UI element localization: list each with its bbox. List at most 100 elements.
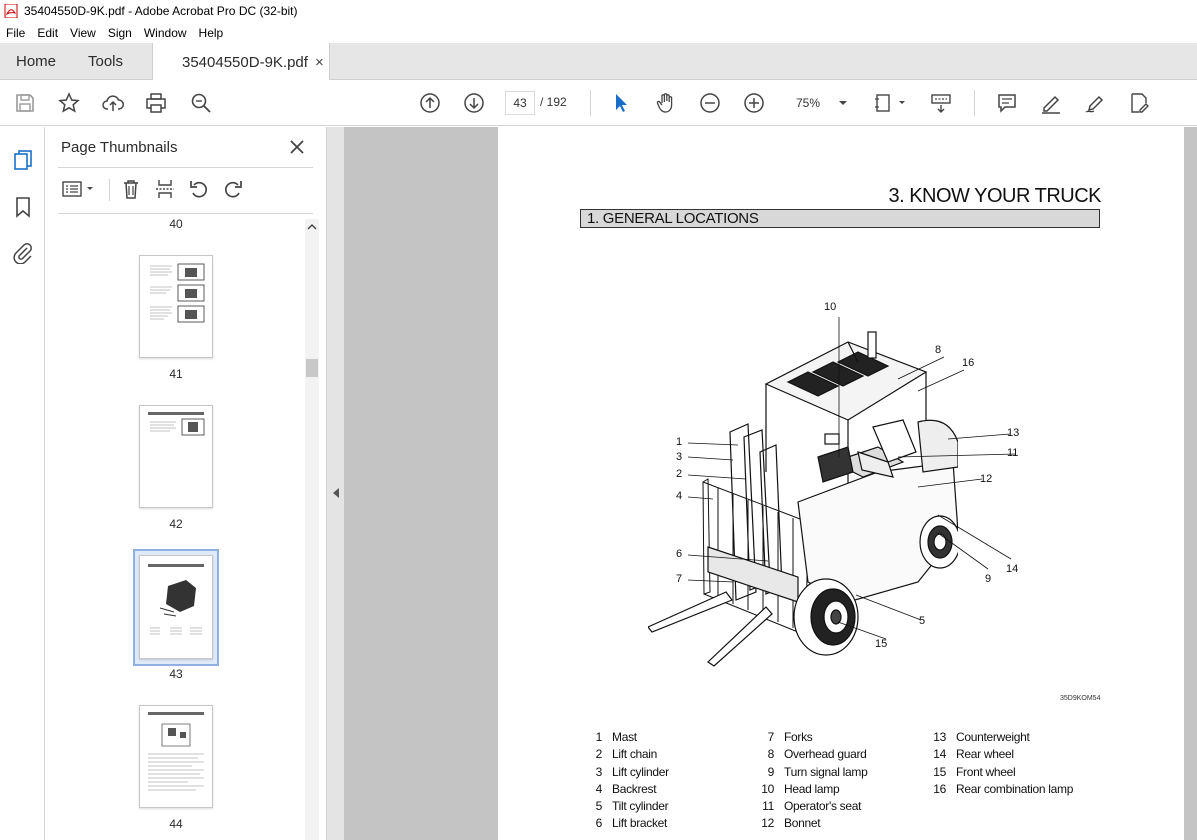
- legend-label: Overhead guard: [784, 747, 867, 762]
- previous-page-button[interactable]: [417, 90, 443, 116]
- scrollbar-thumb[interactable]: [306, 359, 318, 377]
- page-thumbnails-icon[interactable]: [11, 147, 35, 171]
- legend-column-2: 7 Forks 8 Overhead guard 9 Turn signal lamp…: [756, 730, 868, 834]
- callout-7: 7: [676, 573, 683, 585]
- callout-12: 12: [980, 473, 993, 485]
- legend-number: 5: [595, 799, 603, 814]
- rotate-clockwise-button[interactable]: [221, 177, 245, 201]
- rotate-right-icon: [224, 181, 242, 198]
- legend-number: 11: [762, 799, 774, 814]
- legend-number: 8: [767, 747, 775, 762]
- minus-circle-icon: [700, 93, 720, 113]
- toolbar-divider: [974, 90, 975, 116]
- callout-15: 15: [875, 638, 888, 650]
- arrow-down-circle-icon: [464, 93, 484, 113]
- upload-button[interactable]: [100, 90, 126, 116]
- tab-tools-label: Tools: [88, 53, 124, 70]
- fill-sign-button[interactable]: [1082, 90, 1108, 116]
- thumbnail-preview: [148, 564, 204, 635]
- tab-close-icon[interactable]: ×: [315, 54, 324, 71]
- callout-1: 1: [676, 436, 683, 448]
- legend-label: Head lamp: [784, 781, 840, 796]
- zoom-level-dropdown[interactable]: 75%: [788, 91, 854, 115]
- menu-window[interactable]: Window: [138, 26, 193, 40]
- delete-pages-button[interactable]: [119, 177, 143, 201]
- save-icon: [16, 94, 34, 112]
- navigation-rail: [0, 127, 45, 840]
- legend-number: 7: [767, 730, 775, 744]
- page-number-input[interactable]: 43: [505, 91, 535, 115]
- callout-5: 5: [919, 615, 926, 627]
- title-bar: 35404550D-9K.pdf - Adobe Acrobat Pro DC …: [0, 0, 1197, 22]
- legend-item: 8 Overhead guard: [756, 747, 867, 764]
- split-pages-icon: [156, 180, 174, 198]
- search-button[interactable]: [188, 90, 214, 116]
- extract-pages-button[interactable]: [153, 177, 177, 201]
- pointer-cursor-icon: [616, 94, 627, 112]
- thumbnail-page-41[interactable]: [139, 255, 213, 358]
- hand-tool-button[interactable]: [653, 90, 679, 116]
- thumbnail-page-number: 42: [169, 517, 183, 531]
- legend-label: Lift chain: [612, 747, 658, 762]
- panel-title: Page Thumbnails: [61, 139, 178, 156]
- comment-icon: [998, 94, 1016, 113]
- bookmark-star-button[interactable]: [56, 90, 82, 116]
- legend-number: 3: [595, 764, 603, 779]
- callout-8: 8: [935, 344, 942, 356]
- menu-file[interactable]: File: [0, 26, 31, 40]
- legend-number: 1: [595, 730, 603, 744]
- select-tool-button[interactable]: [608, 90, 634, 116]
- legend-number: 4: [595, 781, 603, 796]
- hand-icon: [656, 93, 673, 113]
- legend-item: 15 Front wheel: [928, 765, 1073, 782]
- thumbnail-page-42[interactable]: [139, 405, 213, 508]
- thumbnail-page-44[interactable]: [139, 705, 213, 808]
- legend-number: 12: [761, 816, 774, 831]
- total-pages-label: / 192: [540, 95, 567, 109]
- thumbnails-scrollbar[interactable]: [305, 219, 319, 840]
- thumbnail-page-number: 44: [169, 817, 183, 831]
- callout-2: 2: [676, 468, 683, 480]
- menu-help[interactable]: Help: [193, 26, 230, 40]
- scroll-up-arrow-icon[interactable]: [307, 223, 317, 231]
- legend-item: 11 Operator's seat: [756, 799, 867, 816]
- legend-number: 9: [767, 764, 775, 779]
- legend-label: Front wheel: [956, 764, 1016, 779]
- panel-collapse-handle[interactable]: [326, 127, 344, 840]
- panel-divider: [58, 167, 313, 168]
- thumbnail-page-number: 41: [169, 367, 183, 381]
- bookmarks-icon[interactable]: [11, 195, 35, 219]
- page-thumbnails-panel: Page Thumbnails 40 41 42 43 44: [46, 127, 326, 840]
- legend-number: 13: [933, 730, 946, 744]
- legend-item: 2 Lift chain: [584, 747, 669, 764]
- print-button[interactable]: [143, 90, 169, 116]
- callout-11: 11: [1007, 447, 1019, 459]
- menu-sign[interactable]: Sign: [102, 26, 138, 40]
- rotate-counterclockwise-button[interactable]: [187, 177, 211, 201]
- scrolling-mode-button[interactable]: [928, 90, 954, 116]
- attachments-paperclip-icon[interactable]: [11, 241, 35, 265]
- list-options-icon: [62, 181, 93, 197]
- tab-tools[interactable]: Tools: [88, 43, 123, 80]
- legend-number: 16: [933, 781, 946, 796]
- comment-button[interactable]: [994, 90, 1020, 116]
- next-page-button[interactable]: [461, 90, 487, 116]
- menu-edit[interactable]: Edit: [31, 26, 64, 40]
- tab-document[interactable]: 35404550D-9K.pdf ×: [152, 43, 330, 81]
- thumbnail-page-43[interactable]: [139, 555, 213, 659]
- edit-document-icon: [1131, 93, 1149, 113]
- page-fit-button[interactable]: [872, 90, 908, 116]
- thumbnail-options-menu[interactable]: [60, 177, 98, 201]
- highlight-button[interactable]: [1038, 90, 1064, 116]
- collapse-left-arrow-icon[interactable]: [332, 488, 340, 498]
- close-panel-icon[interactable]: [286, 136, 308, 158]
- save-button[interactable]: [12, 90, 38, 116]
- edit-pdf-button[interactable]: [1126, 90, 1152, 116]
- thumbnail-preview: [148, 412, 205, 436]
- callout-10: 10: [824, 301, 837, 313]
- zoom-out-button[interactable]: [697, 90, 723, 116]
- menu-view[interactable]: View: [64, 26, 102, 40]
- zoom-in-button[interactable]: [741, 90, 767, 116]
- tab-home[interactable]: Home: [16, 43, 56, 80]
- document-viewer[interactable]: 3. KNOW YOUR TRUCK 1. GENERAL LOCATIONS: [344, 127, 1197, 840]
